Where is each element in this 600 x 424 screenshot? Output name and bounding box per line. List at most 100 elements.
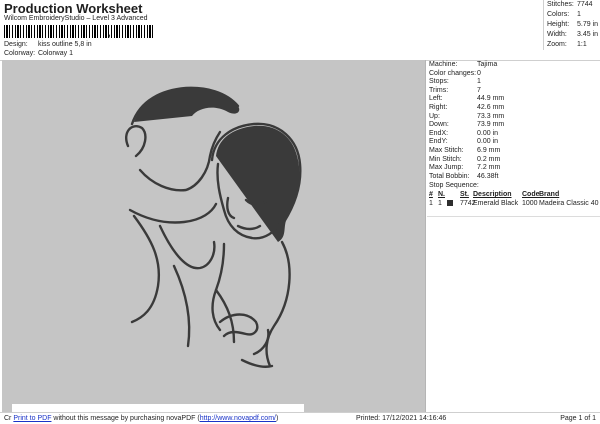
stat-colors: Colors: 1 xyxy=(544,10,600,20)
barcode-image xyxy=(4,25,154,38)
colorway-value: Colorway 1 xyxy=(37,50,73,57)
col-code: Code xyxy=(522,191,540,199)
info-value: 6.9 mm xyxy=(477,146,501,154)
hand xyxy=(218,313,259,338)
stat-value: 1 xyxy=(577,11,581,18)
info-label: Color changes: xyxy=(429,69,477,77)
info-value: 7 xyxy=(477,86,481,94)
colorway-row: Colorway: Colorway 1 xyxy=(4,50,73,57)
col-brand: Brand xyxy=(539,191,560,199)
stat-value: 3.45 in xyxy=(577,31,599,38)
info-row: Min Stitch: 0.2 mm xyxy=(427,156,600,165)
design-label: Design: xyxy=(4,41,28,48)
stat-label: Width: xyxy=(547,31,567,38)
preview-blank-strip xyxy=(12,404,304,412)
info-label: Left: xyxy=(429,95,443,103)
info-value: 7.2 mm xyxy=(477,164,501,172)
woman-hair xyxy=(216,125,300,242)
col-needle: N. xyxy=(438,191,445,199)
novapdf-url-link[interactable]: http://www.novapdf.com/ xyxy=(200,415,276,422)
woman-lips xyxy=(236,224,262,231)
col-hash: # xyxy=(429,191,433,199)
stop-sequence-title: Stop Sequence: xyxy=(429,182,479,190)
info-value: 42.6 mm xyxy=(477,103,505,111)
info-label: Stops: xyxy=(429,78,449,86)
cell-description: Emerald Black xyxy=(473,200,519,208)
woman-nose xyxy=(226,196,236,220)
shoulder-left xyxy=(130,214,161,324)
design-row: Design: kiss outline 5,8 in xyxy=(4,41,92,48)
stat-label: Zoom: xyxy=(547,41,567,48)
embroidery-artwork xyxy=(125,86,302,368)
info-row: EndX: 0.00 in xyxy=(427,130,600,139)
woman-neck xyxy=(211,242,226,332)
cell-needle: 1 xyxy=(438,200,442,208)
info-label: Max Jump: xyxy=(429,164,464,172)
worksheet-header: Production Worksheet Wilcom EmbroiderySt… xyxy=(0,0,544,60)
stat-value: 7744 xyxy=(577,1,593,8)
man-neck xyxy=(128,202,218,224)
info-label: Total Bobbin: xyxy=(429,172,470,180)
info-value: 0.2 mm xyxy=(477,155,501,163)
stat-stitches: Stitches: 7744 xyxy=(544,0,600,10)
info-value: 0.00 in xyxy=(477,129,499,137)
design-preview xyxy=(2,60,426,412)
info-label: EndY: xyxy=(429,138,448,146)
footer-prefix: Cr xyxy=(4,415,12,422)
info-row: Down: 73.9 mm xyxy=(427,121,600,130)
info-row: Trims: 7 xyxy=(427,87,600,96)
info-value: 0 xyxy=(477,69,481,77)
col-description: Description xyxy=(473,191,512,199)
info-value: 73.9 mm xyxy=(477,121,505,129)
cell-brand: Madeira Classic 40 xyxy=(539,200,599,208)
col-stitches: St. xyxy=(460,191,469,199)
print-to-pdf-link[interactable]: Print to PDF xyxy=(13,415,51,422)
info-value: 46.38ft xyxy=(477,172,499,180)
arm-line xyxy=(172,264,191,348)
info-value: 73.3 mm xyxy=(477,112,505,120)
info-row: Left: 44.9 mm xyxy=(427,95,600,104)
info-label: Down: xyxy=(429,121,449,129)
info-value: 44.9 mm xyxy=(477,95,505,103)
info-label: Trims: xyxy=(429,86,449,94)
info-value: Tajima xyxy=(477,61,498,68)
stat-label: Height: xyxy=(547,21,570,28)
table-row: 1 1 7742 Emerald Black 1000 Madeira Clas… xyxy=(427,199,600,208)
info-label: Max Stitch: xyxy=(429,146,464,154)
collar xyxy=(158,224,216,270)
info-row: Up: 73.3 mm xyxy=(427,113,600,122)
man-hair xyxy=(134,87,240,122)
page-footer: Cr Print to PDF without this message by … xyxy=(0,412,600,424)
man-face xyxy=(138,130,222,192)
info-row: Machine: Tajima xyxy=(427,61,600,70)
info-row: EndY: 0.00 in xyxy=(427,138,600,147)
stat-width: Width: 3.45 in xyxy=(544,30,600,40)
page-number: Page 1 of 1 xyxy=(560,415,596,422)
barcode-separator: , xyxy=(108,28,111,38)
stat-zoom: Zoom: 1:1 xyxy=(544,40,600,50)
software-subtitle: Wilcom EmbroideryStudio – Level 3 Advanc… xyxy=(4,15,148,22)
shoulder-right xyxy=(265,240,291,368)
stat-label: Colors: xyxy=(547,11,570,18)
colorway-label: Colorway: xyxy=(4,50,36,57)
footer-notice: Cr Print to PDF without this message by … xyxy=(4,415,278,422)
info-label: Min Stitch: xyxy=(429,155,462,163)
thread-color-swatch xyxy=(447,200,453,207)
cell-code: 1000 xyxy=(522,200,538,208)
info-value: 1 xyxy=(477,78,481,86)
stat-height: Height: 5.79 in xyxy=(544,20,600,30)
info-value: 0.00 in xyxy=(477,138,499,146)
info-row: Max Stitch: 6.9 mm xyxy=(427,147,600,156)
stat-value: 1:1 xyxy=(577,41,587,48)
printed-timestamp: Printed: 17/12/2021 14:16:46 xyxy=(356,415,447,422)
info-label: Machine: xyxy=(429,61,458,68)
panel-empty-area xyxy=(427,216,600,412)
cell-index: 1 xyxy=(429,200,433,208)
footer-suffix: ) xyxy=(275,415,279,422)
stop-sequence-header: # N. St. Description Code Brand xyxy=(427,190,600,199)
info-row: Stops: 1 xyxy=(427,78,600,87)
info-row: Color changes: 0 xyxy=(427,70,600,79)
info-row: Max Jump: 7.2 mm xyxy=(427,164,600,173)
info-row: Total Bobbin: 46.38ft xyxy=(427,173,600,182)
info-row: Right: 42.6 mm xyxy=(427,104,600,113)
